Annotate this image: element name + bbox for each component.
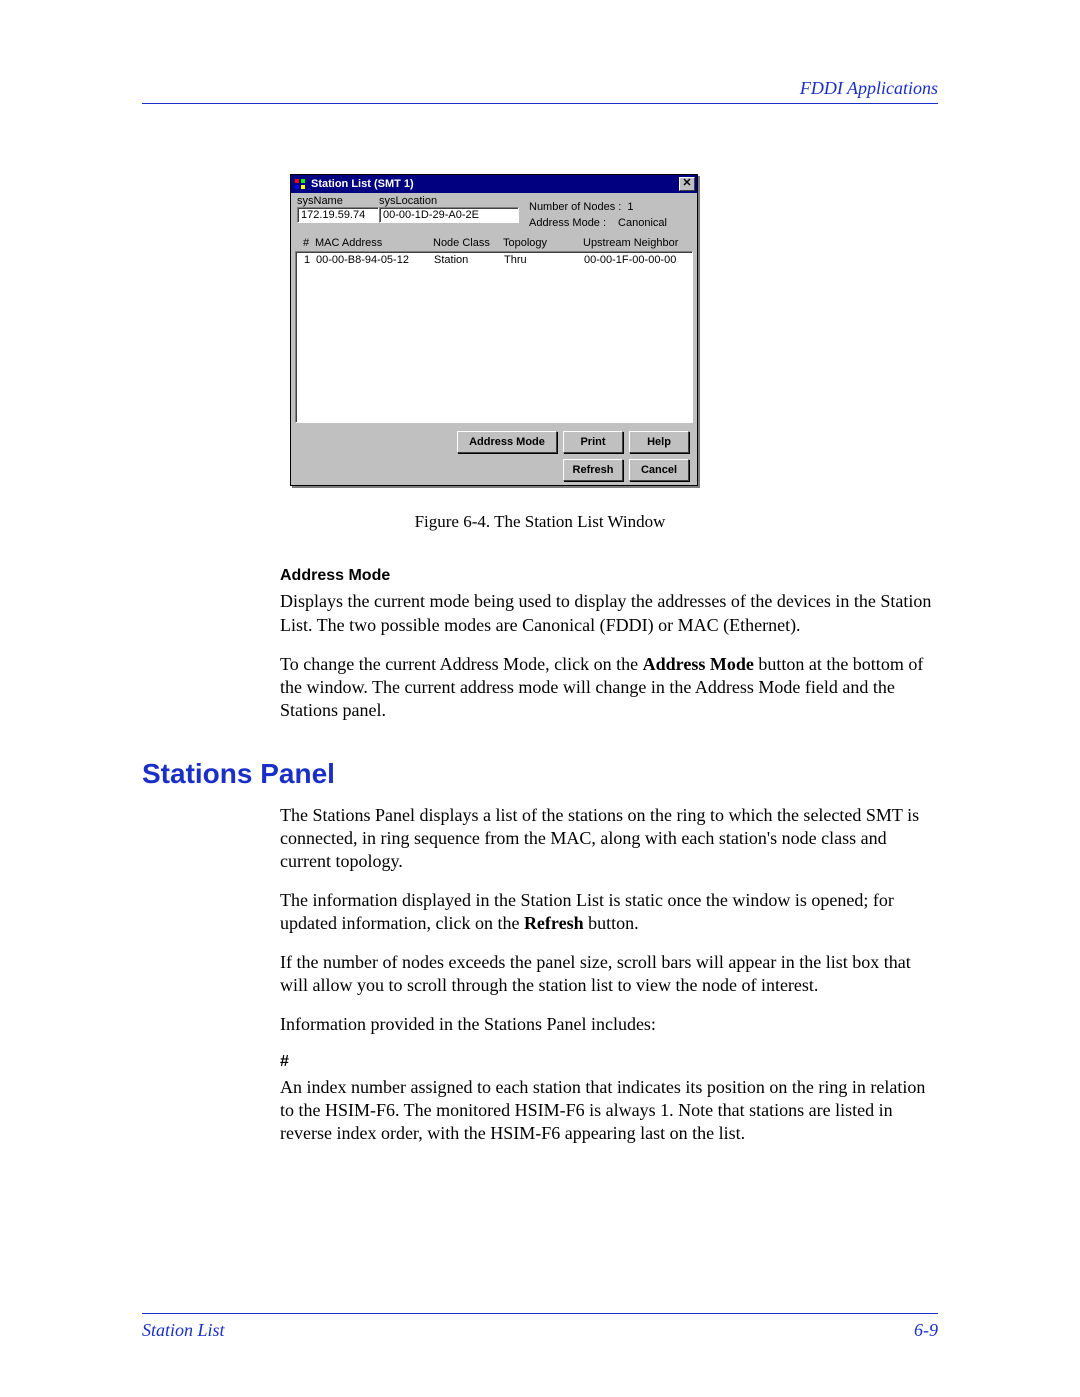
col-node: Node Class (433, 237, 503, 249)
table-row[interactable]: 1 00-00-B8-94-05-12 Station Thru 00-00-1… (298, 254, 690, 266)
bold-refresh: Refresh (524, 913, 584, 933)
col-neigh: Upstream Neighbor (583, 237, 691, 249)
term-address-mode: Address Mode (280, 566, 938, 586)
sysname-label: sysName (297, 195, 379, 207)
cell-topo: Thru (504, 254, 584, 266)
figure-caption: Figure 6-4. The Station List Window (142, 512, 938, 532)
cancel-button[interactable]: Cancel (629, 459, 689, 481)
stations-p2: The information displayed in the Station… (280, 889, 938, 935)
refresh-button[interactable]: Refresh (563, 459, 623, 481)
syslocation-field[interactable]: 00-00-1D-29-A0-2E (379, 207, 519, 223)
col-topo: Topology (503, 237, 583, 249)
addrmode-p1: Displays the current mode being used to … (280, 590, 938, 636)
syslocation-label: sysLocation (379, 195, 519, 207)
address-mode-button[interactable]: Address Mode (457, 431, 557, 453)
numnodes-label: Number of Nodes : (529, 201, 621, 213)
help-button[interactable]: Help (629, 431, 689, 453)
cell-neigh: 00-00-1F-00-00-00 (584, 254, 690, 266)
close-button[interactable]: ✕ (679, 177, 695, 191)
footer-left: Station List (142, 1320, 225, 1341)
col-mac: MAC Address (315, 237, 433, 249)
app-icon (293, 177, 307, 191)
col-num: # (297, 237, 315, 249)
text-span: To change the current Address Mode, clic… (280, 654, 643, 674)
print-button[interactable]: Print (563, 431, 623, 453)
addrmode-value: Canonical (612, 217, 667, 229)
stations-p3: If the number of nodes exceeds the panel… (280, 951, 938, 997)
addrmode-p2: To change the current Address Mode, clic… (280, 653, 938, 722)
station-list[interactable]: 1 00-00-B8-94-05-12 Station Thru 00-00-1… (295, 251, 693, 423)
term-hash: # (280, 1052, 938, 1072)
footer-right: 6-9 (914, 1320, 938, 1341)
sysname-field[interactable]: 172.19.59.74 (297, 207, 379, 223)
section-stations-panel: Stations Panel (142, 758, 938, 790)
stations-p4: Information provided in the Stations Pan… (280, 1013, 938, 1036)
bold-address-mode: Address Mode (643, 654, 754, 674)
dialog-titlebar: Station List (SMT 1) ✕ (291, 175, 697, 193)
page-header: FDDI Applications (142, 78, 938, 104)
dialog-title: Station List (SMT 1) (311, 178, 679, 190)
text-span: button. (584, 913, 639, 933)
addrmode-label: Address Mode : (529, 217, 606, 229)
cell-mac: 00-00-B8-94-05-12 (316, 254, 434, 266)
cell-node: Station (434, 254, 504, 266)
cell-num: 1 (298, 254, 316, 266)
hash-body: An index number assigned to each station… (280, 1076, 938, 1145)
stations-p1: The Stations Panel displays a list of th… (280, 804, 938, 873)
table-header: # MAC Address Node Class Topology Upstre… (291, 231, 697, 251)
page-footer: Station List 6-9 (142, 1313, 938, 1341)
station-list-dialog: Station List (SMT 1) ✕ sysName sysLocati… (290, 174, 698, 486)
numnodes-value: 1 (627, 201, 633, 213)
